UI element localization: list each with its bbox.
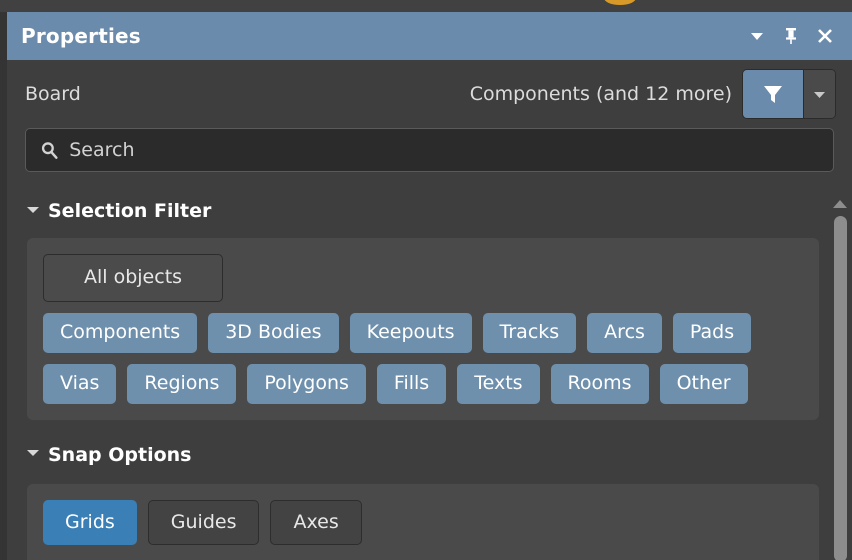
snap-chip-axes[interactable]: Axes	[270, 499, 362, 546]
chevron-down-icon	[814, 91, 825, 98]
filter-chip-regions[interactable]: Regions	[127, 363, 237, 404]
object-header-row: Board Components (and 12 more)	[7, 60, 852, 128]
scroll-up-arrow-icon[interactable]	[833, 200, 847, 208]
filter-chip-3d-bodies[interactable]: 3D Bodies	[208, 312, 339, 353]
snap-chip-grids[interactable]: Grids	[43, 499, 137, 546]
filter-chip-fills[interactable]: Fills	[376, 363, 447, 404]
snap-chip-guides[interactable]: Guides	[147, 499, 260, 546]
filter-chip-arcs[interactable]: Arcs	[587, 312, 662, 353]
filter-dropdown-button[interactable]	[803, 70, 835, 118]
all-objects-button[interactable]: All objects	[43, 254, 224, 302]
section-title-selection-filter: Selection Filter	[48, 200, 212, 222]
search-icon	[41, 142, 58, 159]
chevron-down-icon	[751, 33, 763, 40]
filter-chip-polygons[interactable]: Polygons	[247, 363, 366, 404]
panel-content: Selection Filter All objects Components …	[7, 194, 835, 560]
section-header-selection-filter[interactable]: Selection Filter	[7, 194, 835, 228]
application-backdrop	[0, 0, 852, 12]
scroll-thumb[interactable]	[833, 216, 847, 560]
section-header-snap-options[interactable]: Snap Options	[7, 438, 835, 472]
selection-filter-body: All objects Components 3D Bodies Keepout…	[27, 238, 819, 420]
filter-chip-vias[interactable]: Vias	[43, 363, 117, 404]
filter-chip-components[interactable]: Components	[43, 312, 198, 353]
panel-scrollbar[interactable]	[828, 194, 852, 560]
funnel-icon	[764, 86, 782, 103]
section-title-snap-options: Snap Options	[48, 443, 192, 466]
selection-filter-row-1: Components 3D Bodies Keepouts Tracks Arc…	[43, 312, 805, 353]
snap-options-row-1: Grids Guides Axes	[43, 499, 805, 546]
filter-chip-other[interactable]: Other	[659, 363, 748, 404]
collapse-triangle-icon[interactable]	[27, 206, 39, 219]
accent-circle-icon	[604, 0, 636, 5]
filter-chip-keepouts[interactable]: Keepouts	[349, 312, 472, 353]
page-title: Properties	[21, 24, 141, 48]
panel-menu-button[interactable]	[740, 19, 774, 53]
filter-chip-texts[interactable]: Texts	[457, 363, 540, 404]
search-row	[7, 128, 852, 172]
panel-scroll-area: Selection Filter All objects Components …	[7, 194, 852, 560]
close-button[interactable]	[808, 19, 842, 53]
filter-chip-tracks[interactable]: Tracks	[482, 312, 577, 353]
selection-filter-row-2: Vias Regions Polygons Fills Texts Rooms …	[43, 363, 805, 404]
panel-titlebar: Properties	[7, 12, 852, 60]
all-objects-row: All objects	[43, 254, 805, 302]
search-box[interactable]	[25, 128, 834, 172]
board-scope-label: Board	[25, 83, 81, 105]
filter-chip-rooms[interactable]: Rooms	[550, 363, 649, 404]
selection-summary-label: Components (and 12 more)	[469, 83, 732, 105]
close-icon	[818, 29, 832, 43]
pin-button[interactable]	[774, 19, 808, 53]
properties-panel: Properties Board Components (and 12 more…	[0, 12, 852, 560]
snap-options-body: Grids Guides Axes	[27, 483, 819, 560]
filter-button[interactable]	[743, 70, 803, 118]
filter-chip-pads[interactable]: Pads	[672, 312, 752, 353]
filter-button-group	[742, 69, 836, 119]
search-input[interactable]	[69, 139, 819, 161]
pin-icon	[786, 28, 796, 44]
collapse-triangle-icon[interactable]	[27, 450, 39, 462]
